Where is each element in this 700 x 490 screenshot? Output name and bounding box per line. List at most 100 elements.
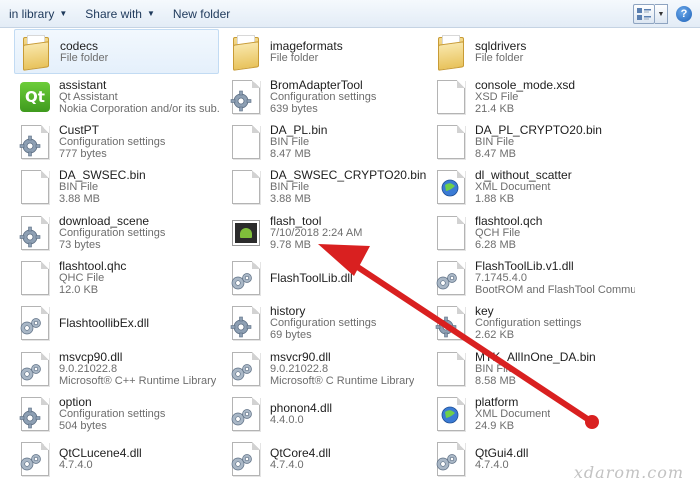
file-name: phonon4.dll: [270, 401, 333, 415]
file-type: Configuration settings: [59, 136, 166, 149]
file-item[interactable]: QtCLucene4.dll 4.7.4.0: [14, 437, 219, 482]
folder-icon: [231, 34, 261, 71]
file-item[interactable]: FlashtoollibEx.dll: [14, 301, 219, 346]
help-icon[interactable]: ?: [676, 6, 692, 22]
file-item[interactable]: dl_without_scatter XML Document 1.88 KB: [430, 165, 635, 210]
file-item[interactable]: imageformats File folder: [225, 29, 430, 74]
file-detail: Nokia Corporation and/or its sub...: [59, 102, 219, 115]
file-icon-slot: [225, 212, 267, 254]
file-item[interactable]: msvcp90.dll 9.0.21022.8 Microsoft® C++ Run…: [14, 346, 219, 391]
file-name: sqldrivers: [475, 39, 527, 53]
file-item[interactable]: Qt assistant Qt Assistant Nokia Corporation…: [14, 74, 219, 119]
file-item[interactable]: FlashToolLib.dll: [225, 256, 430, 301]
file-type: 7.1745.4.0: [475, 272, 527, 284]
file-type: 4.7.4.0: [475, 459, 509, 472]
file-type: BIN File: [59, 181, 99, 194]
file-icon-slot: Qt: [14, 76, 56, 118]
android-app-icon: [232, 219, 260, 246]
file-type: Configuration settings: [270, 90, 377, 103]
file-item[interactable]: CustPT Configuration settings 777 bytes: [14, 120, 219, 165]
file-item[interactable]: msvcr90.dll 9.0.21022.8 Microsoft® C Runti…: [225, 346, 430, 391]
file-icon-slot: [430, 166, 472, 208]
file-type: Configuration settings: [59, 226, 166, 239]
file-name: FlashToolLib.v1.dll: [475, 260, 574, 273]
change-view-button[interactable]: [633, 4, 655, 24]
file-type: File folder: [60, 51, 109, 64]
file-icon-slot: [14, 302, 56, 344]
file-item[interactable]: DA_SWSEC_CRYPTO20.bin BIN File 3.88 MB: [225, 165, 430, 210]
file-icon-slot: [14, 121, 56, 163]
file-item[interactable]: history Configuration settings 69 bytes: [225, 301, 430, 346]
file-icon-slot: [14, 257, 56, 299]
file-item[interactable]: console_mode.xsd XSD File 21.4 KB: [430, 74, 635, 119]
file-item[interactable]: DA_PL_CRYPTO20.bin BIN File 8.47 MB: [430, 120, 635, 165]
dll-icon: [230, 396, 262, 431]
file-item[interactable]: sqldrivers File folder: [430, 29, 635, 74]
file-icon-slot: [225, 438, 267, 480]
chevron-down-icon: ▼: [146, 9, 155, 18]
watermark: xdarom.com: [573, 463, 684, 482]
file-name: download_scene: [59, 214, 150, 228]
file-name: flash_tool: [270, 214, 322, 228]
file-item[interactable]: platform XML Document 24.9 KB: [430, 391, 635, 436]
settings-file-icon: [19, 396, 51, 431]
file-icon-slot: [225, 166, 267, 208]
file-type: 7/10/2018 2:24 AM: [270, 226, 363, 239]
dll-icon: [19, 351, 51, 386]
file-item[interactable]: option Configuration settings 504 bytes: [14, 391, 219, 436]
file-detail: BootROM and FlashTool Commu...: [475, 284, 635, 296]
file-detail: 8.47 MB: [475, 148, 516, 161]
new-folder-button[interactable]: New folder: [164, 0, 239, 27]
file-icon: [437, 79, 465, 114]
file-type: 9.0.21022.8: [59, 362, 118, 375]
view-tiles-icon: [637, 8, 651, 20]
file-detail: 3.88 MB: [59, 193, 100, 206]
settings-file-icon: [230, 79, 262, 114]
view-options-dropdown[interactable]: ▼: [655, 4, 668, 24]
file-item[interactable]: phonon4.dll 4.4.0.0: [225, 391, 430, 436]
file-item[interactable]: download_scene Configuration settings 73 b…: [14, 210, 219, 255]
file-type: Qt Assistant: [59, 90, 118, 103]
file-name: codecs: [60, 39, 99, 53]
toolbar: in library ▼ Share with ▼ New folder ▼ ?: [0, 0, 700, 28]
file-item[interactable]: flashtool.qhc QHC File 12.0 KB: [14, 256, 219, 301]
file-item[interactable]: DA_SWSEC.bin BIN File 3.88 MB: [14, 165, 219, 210]
file-type: BIN File: [270, 181, 310, 194]
file-type: 4.7.4.0: [59, 459, 93, 472]
file-icon-slot: [14, 166, 56, 208]
file-detail: 12.0 KB: [59, 284, 99, 296]
file-type: File folder: [270, 51, 319, 64]
file-item[interactable]: MTK_AllInOne_DA.bin BIN File 8.58 MB: [430, 346, 635, 391]
file-item[interactable]: QtCore4.dll 4.7.4.0: [225, 437, 430, 482]
file-item[interactable]: codecs File folder: [14, 29, 219, 74]
file-type: XML Document: [475, 407, 551, 420]
settings-file-icon: [435, 306, 467, 341]
file-item[interactable]: FlashToolLib.v1.dll 7.1745.4.0 BootROM and…: [430, 256, 635, 301]
file-name: DA_PL.bin: [270, 124, 328, 138]
file-name: BromAdapterTool: [270, 78, 363, 92]
new-folder-label: New folder: [172, 6, 231, 21]
file-icon-slot: [430, 257, 472, 299]
file-item[interactable]: BromAdapterTool Configuration settings 639…: [225, 74, 430, 119]
file-icon-slot: [14, 393, 56, 435]
include-in-library-button[interactable]: in library ▼: [0, 0, 76, 27]
share-with-button[interactable]: Share with ▼: [76, 0, 164, 27]
file-icon-slot: [15, 31, 57, 73]
file-item[interactable]: DA_PL.bin BIN File 8.47 MB: [225, 120, 430, 165]
file-detail: 777 bytes: [59, 148, 107, 161]
file-icon-slot: [225, 121, 267, 163]
file-icon-slot: [225, 257, 267, 299]
file-detail: 8.47 MB: [270, 148, 311, 161]
file-icon: [437, 351, 465, 386]
file-name: DA_SWSEC_CRYPTO20.bin: [270, 169, 427, 183]
file-type: QHC File: [59, 272, 105, 284]
file-icon: [21, 170, 49, 205]
file-detail: 21.4 KB: [475, 102, 515, 115]
file-icon-slot: [225, 393, 267, 435]
file-item[interactable]: flashtool.qch QCH File 6.28 MB: [430, 210, 635, 255]
dll-icon: [230, 261, 262, 295]
file-item[interactable]: key Configuration settings 2.62 KB: [430, 301, 635, 346]
settings-file-icon: [19, 215, 51, 250]
file-icon-slot: [430, 393, 472, 435]
file-item[interactable]: flash_tool 7/10/2018 2:24 AM 9.78 MB: [225, 210, 430, 255]
